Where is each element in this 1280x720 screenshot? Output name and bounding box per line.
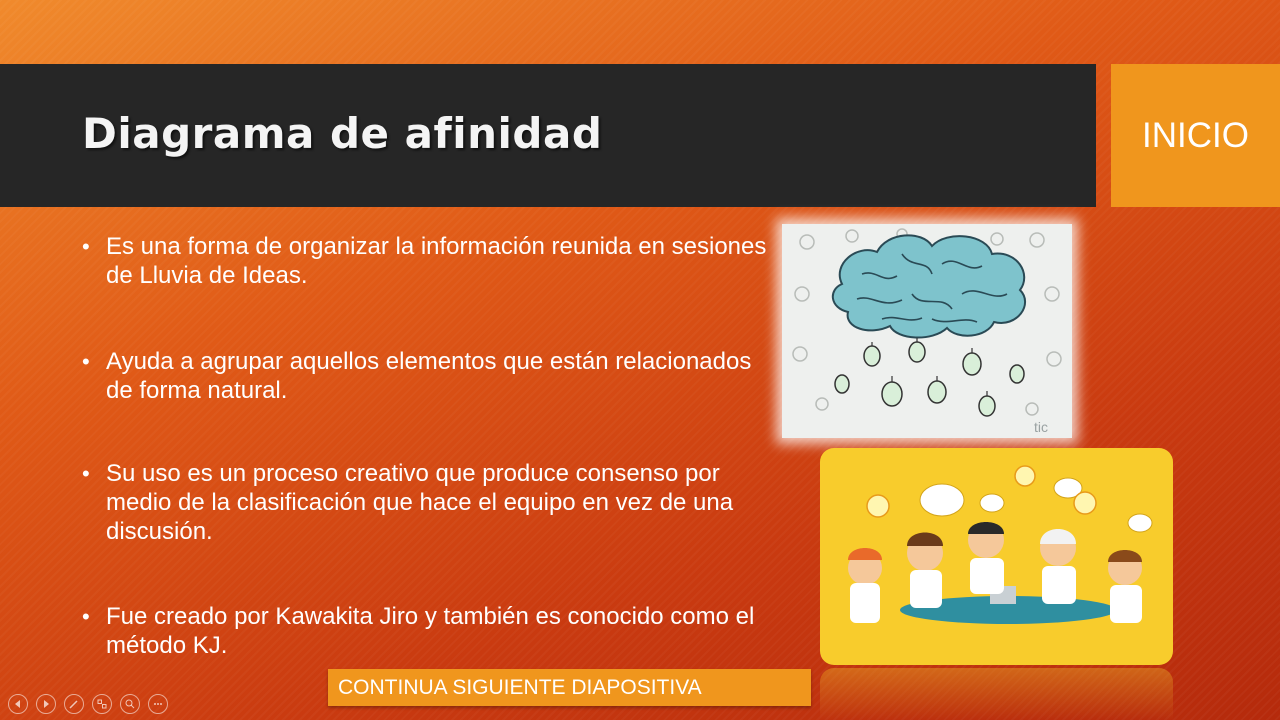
slides-grid-icon[interactable] (92, 694, 112, 714)
zoom-icon[interactable] (120, 694, 140, 714)
bullet-item: Fue creado por Kawakita Jiro y también e… (82, 602, 772, 660)
continue-label: CONTINUA SIGUIENTE DIAPOSITIVA (338, 675, 702, 699)
next-icon[interactable] (36, 694, 56, 714)
team-meeting-image (820, 448, 1173, 665)
bullet-item: Es una forma de organizar la información… (82, 232, 772, 290)
brain-storm-image: tic (782, 224, 1072, 438)
more-icon[interactable] (148, 694, 168, 714)
inicio-button[interactable]: INICIO (1111, 64, 1280, 207)
slide-title: Diagrama de afinidad (82, 109, 603, 158)
brain-watermark: tic (1034, 419, 1048, 435)
continue-next-slide-button[interactable]: CONTINUA SIGUIENTE DIAPOSITIVA (328, 669, 811, 706)
team-meeting-illustration (848, 465, 1153, 624)
bullet-item: Su uso es un proceso creativo que produc… (82, 459, 772, 546)
previous-icon[interactable] (8, 694, 28, 714)
pen-icon[interactable] (64, 694, 84, 714)
image-reflection (820, 668, 1173, 720)
slideshow-controls (8, 694, 168, 714)
inicio-label: INICIO (1142, 115, 1249, 155)
brain-storm-illustration: tic (792, 228, 1062, 435)
bullet-item: Ayuda a agrupar aquellos elementos que e… (82, 347, 772, 405)
